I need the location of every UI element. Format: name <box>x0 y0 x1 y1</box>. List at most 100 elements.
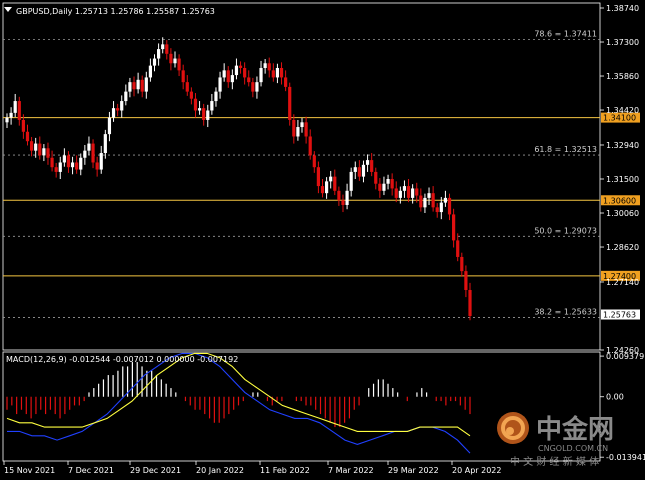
fib-level-label: 38.2 = 1.25633 <box>534 308 597 317</box>
watermark: 中金网 CNGOLD.COM.CN 中 文 财 经 新 媒 体 <box>497 412 614 468</box>
candle-body <box>169 53 173 64</box>
candle-body <box>386 179 390 184</box>
y-tick-label: 1.30060 <box>606 209 639 218</box>
candle-body <box>374 171 378 184</box>
candle-body <box>177 58 181 71</box>
candle-body <box>456 240 460 257</box>
candle-body <box>333 176 337 191</box>
y-tick-label: 1.32940 <box>606 141 639 150</box>
candle-body <box>247 77 251 83</box>
candle-body <box>259 67 263 83</box>
candle-body <box>349 171 353 191</box>
candle-body <box>394 188 398 198</box>
candle-body <box>50 157 54 168</box>
candle-body <box>87 143 91 151</box>
candle-body <box>185 82 189 92</box>
candle-body <box>337 190 341 201</box>
fib-level-label: 50.0 = 1.29073 <box>534 226 597 235</box>
candle-body <box>116 108 120 111</box>
macd-signal-line <box>6 352 471 437</box>
candle-body <box>263 63 267 68</box>
trading-chart[interactable]: 78.6 = 1.37411 61.8 = 1.32513 50.0 = 1.290… <box>0 0 645 478</box>
watermark-domain: CNGOLD.COM.CN <box>538 444 608 453</box>
candle-body <box>357 167 361 177</box>
candle-body <box>46 148 50 158</box>
chart-canvas[interactable]: 78.6 = 1.37411 61.8 = 1.32513 50.0 = 1.290… <box>0 0 645 478</box>
y-tick-label: 1.27140 <box>606 278 639 287</box>
candle-body <box>157 49 161 59</box>
candle-body <box>316 167 320 187</box>
candle-body <box>66 155 71 168</box>
x-tick-label: 11 Feb 2022 <box>260 466 310 475</box>
candle-body <box>132 82 136 90</box>
candle-body <box>443 197 448 203</box>
candle-body <box>275 67 280 78</box>
x-tick-label: 29 Dec 2021 <box>130 466 181 475</box>
candle-body <box>423 197 427 208</box>
candle-body <box>210 101 214 111</box>
candle-body <box>214 91 218 102</box>
y-tick-label: 1.34420 <box>606 106 639 115</box>
candle-body <box>419 195 423 208</box>
x-tick-label: 20 Jan 2022 <box>196 466 244 475</box>
candle-body <box>370 160 374 172</box>
candle-body <box>390 179 394 189</box>
candle-body <box>95 162 99 170</box>
candle-body <box>296 127 300 137</box>
macd-panel-frame <box>2 351 601 462</box>
x-tick-label: 7 Mar 2022 <box>328 466 374 475</box>
candle-body <box>452 214 456 241</box>
candle-body <box>378 183 382 191</box>
candle-body <box>42 148 46 156</box>
candle-body <box>38 143 42 156</box>
candle-body <box>255 82 259 92</box>
candle-body <box>267 63 271 71</box>
candle-body <box>206 110 210 120</box>
candle-body <box>140 79 144 92</box>
candle-body <box>189 91 193 99</box>
candle-body <box>345 190 349 205</box>
candle-body <box>292 119 296 137</box>
candle-body <box>111 108 116 118</box>
candle-body <box>29 141 34 151</box>
candle-body <box>5 117 9 123</box>
candle-body <box>181 70 185 83</box>
candle-body <box>439 202 443 213</box>
candle-body <box>193 98 198 111</box>
candle-body <box>329 176 333 182</box>
y-tick-label: 1.38740 <box>606 4 639 13</box>
triangle-down-icon[interactable] <box>4 7 12 12</box>
candle-body <box>415 188 419 196</box>
y-tick-label: 1.35860 <box>606 72 639 81</box>
macd-label: MACD(12,26,9) -0.012544 -0.007012 0.0000… <box>6 355 238 364</box>
candle-body <box>300 122 304 128</box>
candle-body <box>279 67 284 78</box>
candle-body <box>9 112 13 118</box>
candle-body <box>341 200 345 205</box>
candle-body <box>152 58 157 66</box>
candle-body <box>324 181 329 194</box>
watermark-brand: 中金网 <box>536 414 614 445</box>
macd-tick-label: 0.00 <box>606 393 624 402</box>
candle-body <box>304 122 308 137</box>
candle-body <box>75 162 79 170</box>
candle-body <box>464 271 468 291</box>
candle-body <box>460 256 464 272</box>
candle-body <box>120 101 124 111</box>
candle-body <box>251 82 255 92</box>
candle-body <box>173 58 177 64</box>
candle-body <box>447 197 452 215</box>
candle-body <box>435 207 439 213</box>
x-tick-label: 20 Apr 2022 <box>452 466 501 475</box>
level-price-label: 1.30600 <box>603 196 636 205</box>
candle-body <box>361 164 366 177</box>
candle-body <box>431 193 435 208</box>
candle-body <box>202 108 206 120</box>
candle-body <box>230 75 234 83</box>
candle-body <box>91 143 95 163</box>
candle-body <box>136 79 140 90</box>
candle-body <box>165 44 169 54</box>
candle-body <box>62 155 66 163</box>
candle-body <box>144 77 148 92</box>
candle-body <box>21 119 25 132</box>
